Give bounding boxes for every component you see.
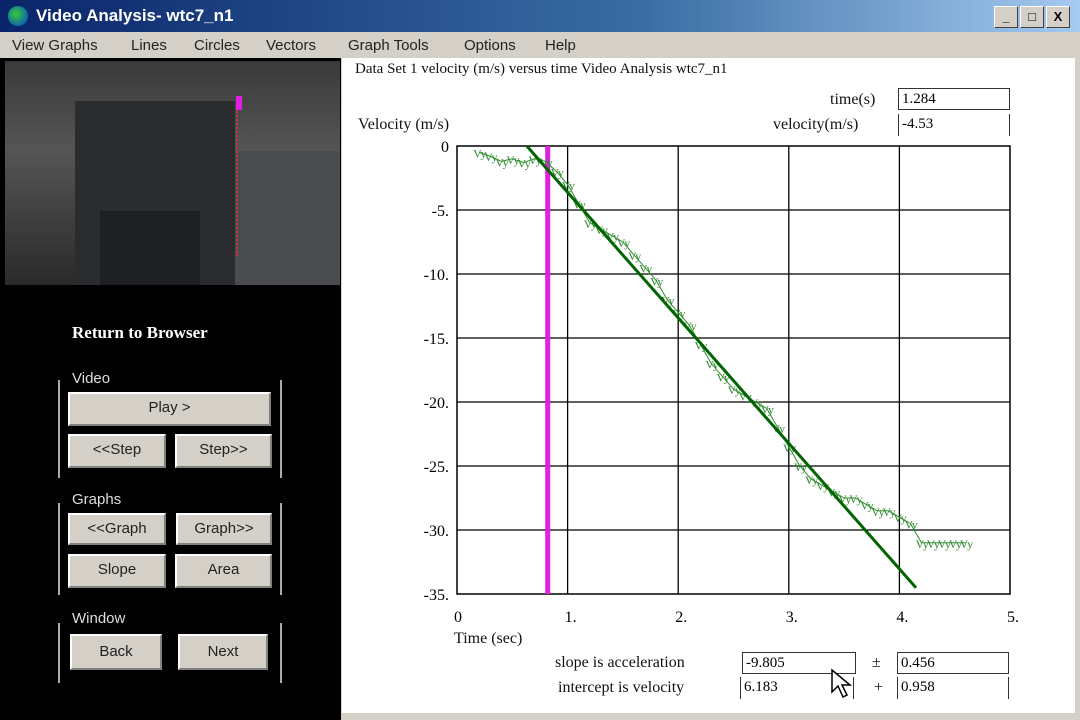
velocity-time-chart[interactable]: 0 1. 2. 3. 4. 5. 0 -5. -10. -15. -20. -25. -30. -35. V… (0, 0, 1080, 720)
y-tick-label: 0 (441, 139, 449, 156)
y-tick-label: -25. (424, 459, 449, 476)
data-series-line (478, 151, 966, 544)
y-tick-label: -30. (424, 523, 449, 540)
y-tick-label: -5. (432, 203, 449, 220)
data-point: Vy (904, 518, 917, 532)
plot-frame (456, 145, 1011, 595)
fit-line (525, 144, 918, 589)
x-tick-label: 2. (675, 609, 687, 626)
x-tick-label: 3. (786, 609, 798, 626)
x-tick-label: 1. (565, 609, 577, 626)
y-tick-label: -20. (424, 395, 449, 412)
x-tick-label: 0 (454, 609, 462, 626)
x-tick-label: 5. (1007, 609, 1019, 626)
data-point: Vy (562, 178, 575, 192)
data-point: Vy (960, 537, 973, 551)
y-tick-label: -15. (424, 331, 449, 348)
y-tick-label: -35. (424, 587, 449, 604)
x-tick-label: 4. (896, 609, 908, 626)
y-tick-label: -10. (424, 267, 449, 284)
